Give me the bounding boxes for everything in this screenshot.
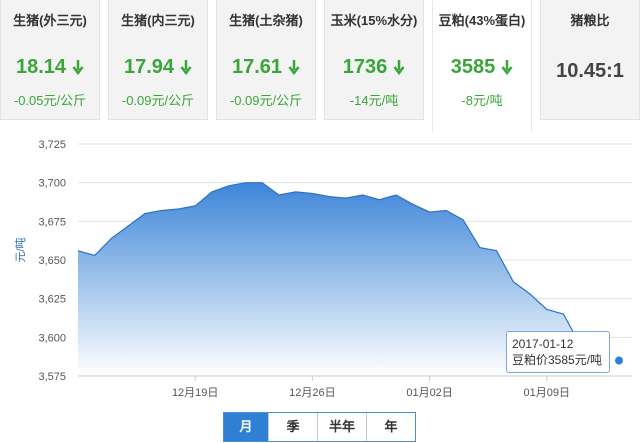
- tooltip: 2017-01-12 豆粕价3585元/吨: [506, 331, 610, 373]
- highlighted-point[interactable]: [614, 355, 624, 366]
- card-corn[interactable]: 玉米(15%水分) 1736 -14元/吨: [324, 0, 424, 120]
- card-title: 生猪(外三元): [13, 13, 87, 28]
- down-arrow-icon: [72, 58, 84, 81]
- tooltip-value: 豆粕价3585元/吨: [512, 353, 603, 367]
- card-title: 生猪(土杂猪): [229, 13, 303, 28]
- x-axis: 12月19日 12月26日 01月02日 01月09日: [78, 375, 632, 399]
- price-cards: 生猪(外三元) 18.14 -0.05元/公斤 生猪(内三元) 17.94 -0…: [0, 0, 640, 132]
- card-title: 豆粕(43%蛋白): [438, 13, 526, 28]
- card-change: -0.09元/公斤: [121, 93, 195, 108]
- range-tabs: 月 季 半年 年: [223, 412, 416, 442]
- tab-half-year[interactable]: 半年: [317, 413, 366, 441]
- x-tick-label: 01月09日: [524, 387, 570, 399]
- card-price: 18.14: [1, 56, 99, 81]
- y-tick-label: 3,600: [38, 332, 66, 344]
- y-axis: 3,575 3,600 3,625 3,650 3,675 3,700 3,725: [38, 139, 66, 383]
- tab-month[interactable]: 月: [224, 413, 268, 441]
- card-price: 10.45:1: [556, 60, 624, 82]
- card-pig-local[interactable]: 生猪(土杂猪) 17.61 -0.09元/公斤: [216, 0, 316, 120]
- x-tick-label: 12月26日: [289, 387, 335, 399]
- tooltip-date: 2017-01-12: [512, 337, 574, 351]
- card-pig-inner[interactable]: 生猪(内三元) 17.94 -0.09元/公斤: [108, 0, 208, 120]
- y-tick-label: 3,650: [38, 255, 66, 267]
- card-price: 1736: [325, 56, 423, 81]
- y-tick-label: 3,725: [38, 139, 66, 151]
- down-arrow-icon: [288, 58, 300, 81]
- card-change: -0.09元/公斤: [229, 93, 303, 108]
- card-price: 3585: [433, 56, 531, 81]
- card-change: -8元/吨: [461, 93, 503, 108]
- y-tick-label: 3,625: [38, 294, 66, 306]
- card-price: 17.94: [109, 56, 207, 81]
- tab-year[interactable]: 年: [366, 413, 415, 441]
- x-tick-label: 01月02日: [406, 387, 452, 399]
- down-arrow-icon: [501, 58, 513, 81]
- card-title: 玉米(15%水分): [330, 13, 418, 28]
- card-change: -0.05元/公斤: [13, 93, 87, 108]
- data-points: [614, 355, 624, 366]
- card-title: 生猪(内三元): [121, 13, 195, 28]
- y-tick-label: 3,675: [38, 216, 66, 228]
- card-pig-outer[interactable]: 生猪(外三元) 18.14 -0.05元/公斤: [0, 0, 100, 120]
- card-soymeal[interactable]: 豆粕(43%蛋白) 3585 -8元/吨: [432, 0, 532, 132]
- down-arrow-icon: [393, 58, 405, 81]
- card-price: 17.61: [217, 56, 315, 81]
- down-arrow-icon: [180, 58, 192, 81]
- x-tick-label: 12月19日: [172, 387, 218, 399]
- card-change: -14元/吨: [349, 93, 399, 108]
- y-tick-label: 3,575: [38, 371, 66, 383]
- tab-quarter[interactable]: 季: [268, 413, 317, 441]
- card-pig-grain-ratio[interactable]: 猪粮比 10.45:1: [540, 0, 640, 120]
- y-axis-title: 元/吨: [14, 237, 27, 262]
- card-title: 猪粮比: [570, 13, 610, 28]
- y-tick-label: 3,700: [38, 178, 66, 190]
